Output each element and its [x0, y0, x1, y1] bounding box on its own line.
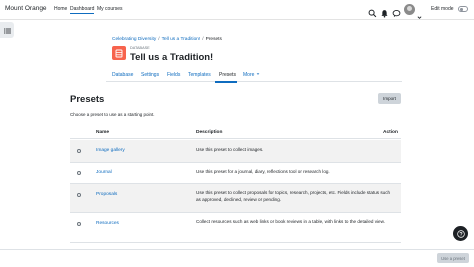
drawer-icon [3, 21, 11, 39]
preset-radio[interactable] [77, 171, 81, 175]
breadcrumb-course[interactable]: Celebrating Diversity [112, 37, 156, 42]
use-preset-button[interactable]: Use a preset [437, 253, 469, 263]
bell-icon[interactable] [380, 5, 389, 18]
tab-more-label: More [243, 72, 255, 78]
edit-mode-toggle[interactable] [458, 6, 468, 12]
table-row: Resources Collect resources such as web … [70, 213, 401, 243]
breadcrumb-current: Presets [205, 37, 222, 42]
preset-name[interactable]: Image gallery [96, 148, 125, 153]
question-icon [456, 225, 465, 243]
column-action: Action [383, 130, 398, 135]
edit-mode-label: Edit mode [431, 6, 454, 12]
preset-description: Collect resources such as web links or b… [196, 219, 385, 224]
tab-fields[interactable]: Fields [167, 72, 180, 78]
presets-hint: Choose a preset to use as a starting poi… [70, 112, 155, 117]
preset-radio[interactable] [77, 222, 81, 226]
preset-name[interactable]: Proposals [96, 192, 117, 197]
nav-dashboard[interactable]: Dashboard [70, 6, 95, 14]
search-icon[interactable] [368, 5, 377, 18]
chat-icon[interactable] [392, 5, 401, 18]
preset-description: Use this preset for a journal, diary, re… [196, 169, 330, 174]
table-header: Name Description Action [70, 127, 401, 139]
chevron-down-icon[interactable] [417, 7, 422, 19]
preset-radio[interactable] [77, 193, 81, 197]
site-name[interactable]: Mount Orange [5, 5, 47, 12]
active-tab-indicator [215, 81, 237, 83]
tab-more[interactable]: More [243, 72, 260, 78]
table-row: Image gallery Use this preset to collect… [70, 140, 401, 163]
sticky-footer [0, 249, 474, 267]
tab-presets[interactable]: Presets [219, 72, 236, 78]
import-button[interactable]: Import [378, 93, 401, 104]
section-heading: Presets [70, 94, 105, 105]
preset-name[interactable]: Journal [96, 170, 112, 175]
breadcrumb-activity[interactable]: Tell us a Tradition! [162, 37, 201, 42]
chevron-down-icon [256, 72, 260, 78]
database-icon [112, 46, 126, 60]
course-index-toggle[interactable] [0, 22, 14, 38]
column-name: Name [96, 130, 110, 135]
preset-description: Use this preset to collect proposals for… [196, 190, 391, 202]
table-row: Proposals Use this preset to collect pro… [70, 184, 401, 213]
nav-home[interactable]: Home [54, 6, 67, 12]
page-title: Tell us a Tradition! [130, 52, 214, 63]
tab-templates[interactable]: Templates [188, 72, 211, 78]
table-row: Journal Use this preset for a journal, d… [70, 163, 401, 184]
preset-radio[interactable] [77, 149, 81, 153]
preset-description: Use this preset to collect images. [196, 147, 264, 152]
user-avatar[interactable] [404, 4, 415, 15]
tab-settings[interactable]: Settings [141, 72, 159, 78]
nav-my-courses[interactable]: My courses [97, 6, 123, 12]
top-navbar: Mount Orange Home Dashboard My courses E… [0, 0, 474, 20]
secondary-navigation: Database Settings Fields Templates Prese… [106, 67, 402, 82]
help-button[interactable] [453, 226, 468, 241]
breadcrumb: Celebrating Diversity / Tell us a Traditio… [112, 37, 222, 42]
tab-database[interactable]: Database [112, 72, 133, 78]
column-description: Description [196, 130, 223, 135]
module-type-label: DATABASE [130, 46, 150, 50]
preset-name[interactable]: Resources [96, 221, 119, 226]
